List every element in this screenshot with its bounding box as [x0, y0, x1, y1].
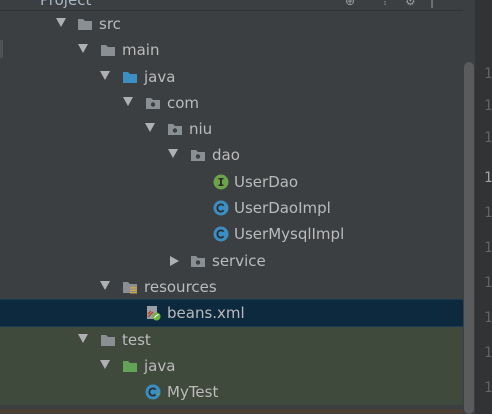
folder-icon	[100, 332, 116, 348]
line-number: 1	[484, 240, 492, 256]
tree-item-niu[interactable]: niu	[0, 116, 470, 142]
scrollbar-thumb[interactable]	[464, 62, 474, 414]
tree-item-label: UserDaoImpl	[234, 199, 331, 217]
expand-arrow-icon[interactable]	[78, 334, 88, 343]
spring-xml-icon	[145, 305, 161, 321]
package-icon	[167, 121, 183, 137]
test-source-folder-icon	[122, 358, 138, 374]
hide-icon[interactable]: |	[430, 0, 442, 7]
collapse-all-icon[interactable]: ⇡	[380, 0, 392, 7]
class-icon	[213, 200, 229, 216]
tree-item-label: java	[144, 357, 176, 375]
tool-window-title[interactable]: Project	[40, 0, 91, 9]
class-icon	[213, 226, 229, 242]
tree-item-java-test-root[interactable]: java	[0, 353, 470, 379]
package-icon	[145, 95, 161, 111]
line-number: 1	[484, 66, 492, 82]
tree-item-label: src	[99, 15, 121, 33]
tree-item-label: resources	[144, 278, 217, 296]
tree-item-label: dao	[212, 146, 240, 164]
tree-item-label: beans.xml	[167, 304, 245, 322]
package-icon	[190, 253, 206, 269]
tree-item-label: main	[122, 41, 160, 59]
source-root-folder-icon	[122, 69, 138, 85]
scroll-from-source-icon[interactable]: ⊕	[345, 0, 357, 7]
line-number: 1	[484, 98, 492, 114]
line-number: 1	[484, 275, 492, 291]
line-number-current: 1	[484, 170, 492, 186]
expand-arrow-icon[interactable]	[100, 360, 110, 369]
tree-item-label: niu	[189, 120, 213, 138]
tree-item-usermysqlimpl[interactable]: UserMysqlImpl	[0, 221, 470, 247]
settings-icon[interactable]: ⚙	[405, 0, 417, 7]
tree-item-resources[interactable]: resources	[0, 274, 470, 300]
tree-item-beans-xml[interactable]: beans.xml	[0, 299, 471, 327]
interface-icon	[213, 174, 229, 190]
tree-item-java-source-root[interactable]: java	[0, 64, 470, 90]
resources-folder-icon	[122, 279, 138, 295]
tree-item-label: UserMysqlImpl	[234, 225, 345, 243]
tree-item-label: java	[144, 68, 176, 86]
expand-arrow-icon[interactable]	[56, 18, 66, 27]
tree-item-dao[interactable]: dao	[0, 142, 470, 168]
bottom-edge	[0, 409, 470, 414]
editor-gutter: 1 1 1 1 1 1 1 1 1 1	[475, 0, 492, 414]
expand-arrow-icon[interactable]	[168, 149, 178, 158]
tree-item-label: service	[212, 252, 266, 270]
tree-item-mytest[interactable]: MyTest	[0, 379, 470, 405]
expand-arrow-icon[interactable]	[100, 281, 110, 290]
tree-item-service[interactable]: service	[0, 248, 470, 274]
folder-icon	[77, 16, 93, 32]
line-number: 1	[484, 205, 492, 221]
tree-item-com[interactable]: com	[0, 90, 470, 116]
folder-icon	[100, 42, 116, 58]
line-number: 1	[484, 130, 492, 146]
expand-arrow-icon[interactable]	[145, 123, 155, 132]
tree-item-label: test	[122, 331, 151, 349]
tree-item-main[interactable]: main	[0, 37, 470, 63]
tree-item-userdao[interactable]: UserDao	[0, 169, 470, 195]
line-number: 1	[484, 310, 492, 326]
tree-item-label: UserDao	[234, 173, 299, 191]
tree-item-label: MyTest	[167, 383, 219, 401]
test-class-icon	[145, 384, 161, 400]
collapse-arrow-icon[interactable]	[170, 256, 179, 266]
line-number: 1	[484, 345, 492, 361]
tree-item-src[interactable]: src	[0, 11, 470, 37]
expand-arrow-icon[interactable]	[78, 44, 88, 53]
line-number: 1	[484, 380, 492, 396]
tree-item-test[interactable]: test	[0, 327, 470, 353]
tree-item-label: com	[167, 94, 200, 112]
tree-item-userdaoimpl[interactable]: UserDaoImpl	[0, 195, 470, 221]
package-icon	[190, 147, 206, 163]
expand-arrow-icon[interactable]	[100, 71, 110, 80]
expand-arrow-icon[interactable]	[123, 97, 133, 106]
project-tool-window: Project ⊕ ⇡ ⚙ | src main java com niu da…	[0, 0, 492, 414]
project-tree: src main java com niu dao UserDao UserDa…	[0, 10, 471, 414]
